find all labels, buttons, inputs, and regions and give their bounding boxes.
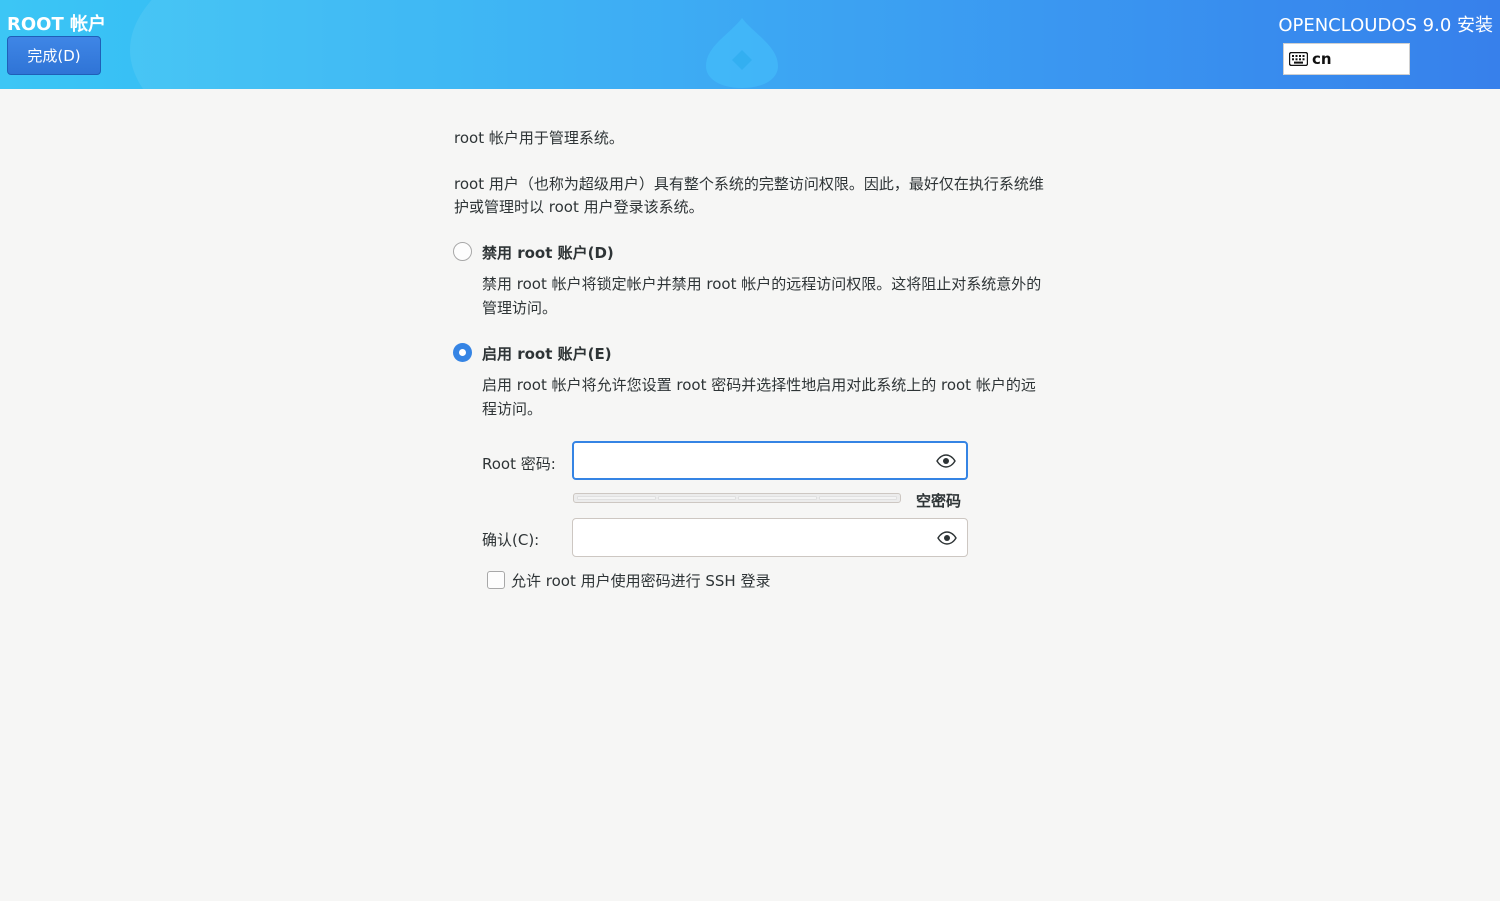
enable-root-description-line1: 启用 root 帐户将允许您设置 root 密码并选择性地启用对此系统上的 ro… bbox=[482, 376, 1036, 394]
logo-watermark-icon bbox=[706, 18, 778, 88]
strength-segment bbox=[577, 496, 656, 500]
allow-ssh-label[interactable]: 允许 root 用户使用密码进行 SSH 登录 bbox=[511, 570, 770, 591]
keyboard-layout-indicator[interactable]: cn bbox=[1283, 43, 1410, 75]
intro-description-line1: root 用户（也称为超级用户）具有整个系统的完整访问权限。因此，最好仅在执行系… bbox=[454, 175, 1044, 193]
enable-root-label[interactable]: 启用 root 账户(E) bbox=[482, 343, 612, 364]
keyboard-layout-label: cn bbox=[1312, 50, 1332, 68]
spoke-title: ROOT 帐户 bbox=[7, 14, 107, 35]
header-bar: ROOT 帐户 完成(D) OPENCLOUDOS 9.0 安装 cn bbox=[0, 0, 1500, 89]
root-password-label: Root 密码: bbox=[482, 455, 556, 473]
keyboard-icon bbox=[1289, 52, 1308, 66]
intro-line: root 帐户用于管理系统。 bbox=[454, 129, 624, 147]
strength-segment bbox=[818, 496, 897, 500]
root-password-input[interactable] bbox=[572, 441, 968, 480]
strength-segment bbox=[657, 496, 736, 500]
strength-segment bbox=[738, 496, 817, 500]
eye-icon[interactable] bbox=[936, 453, 956, 468]
enable-root-radio[interactable] bbox=[453, 343, 472, 362]
root-account-panel: root 帐户用于管理系统。 root 用户（也称为超级用户）具有整个系统的完整… bbox=[0, 89, 1500, 901]
eye-icon[interactable] bbox=[937, 530, 957, 545]
disable-root-description-line1: 禁用 root 帐户将锁定帐户并禁用 root 帐户的远程访问权限。这将阻止对系… bbox=[482, 275, 1042, 293]
intro-description-line2: 护或管理时以 root 用户登录该系统。 bbox=[454, 198, 704, 216]
password-strength-label: 空密码 bbox=[916, 492, 962, 510]
disable-root-radio[interactable] bbox=[453, 242, 472, 261]
confirm-password-input[interactable] bbox=[572, 518, 968, 557]
enable-root-description-line2: 程访问。 bbox=[482, 400, 543, 418]
confirm-password-label: 确认(C): bbox=[482, 531, 540, 549]
allow-ssh-checkbox[interactable] bbox=[487, 571, 505, 589]
disable-root-description-line2: 管理访问。 bbox=[482, 299, 558, 317]
done-button[interactable]: 完成(D) bbox=[7, 36, 101, 75]
product-title: OPENCLOUDOS 9.0 安装 bbox=[1278, 15, 1493, 36]
disable-root-label[interactable]: 禁用 root 账户(D) bbox=[482, 242, 614, 263]
password-strength-meter bbox=[573, 493, 901, 503]
